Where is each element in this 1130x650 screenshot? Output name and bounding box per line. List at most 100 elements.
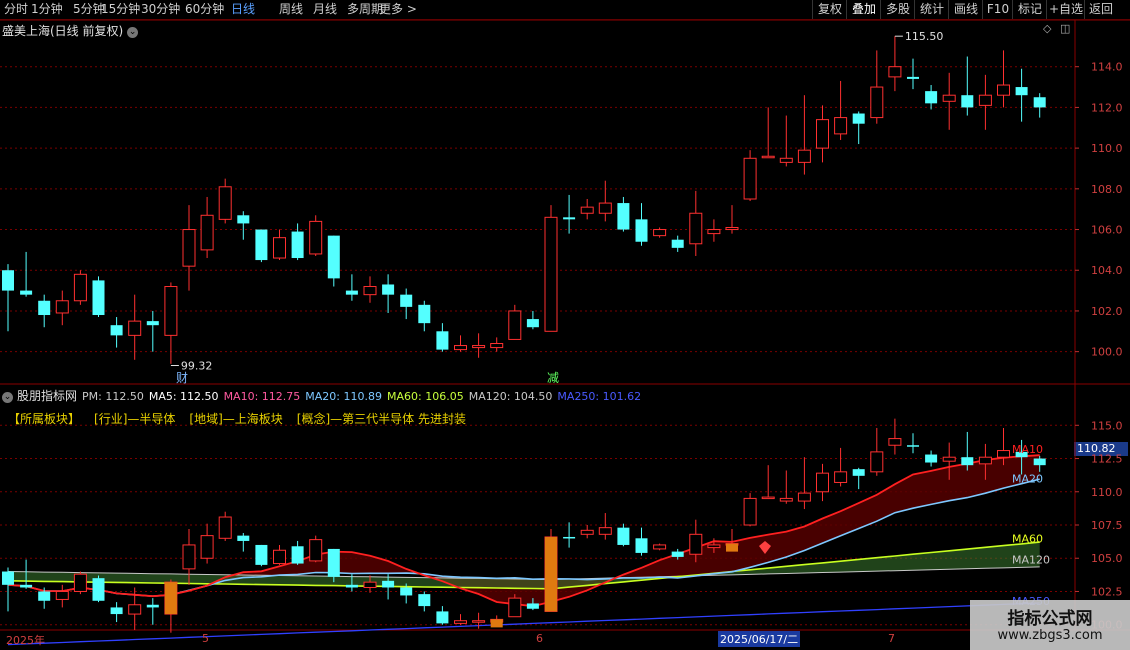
main-candle-down xyxy=(617,203,630,230)
ind-y-tick: 107.5 xyxy=(1091,519,1123,532)
main-candle-down xyxy=(671,239,684,248)
ind-candle-up xyxy=(870,451,884,473)
main-candle-down xyxy=(526,319,539,328)
ind-candle-up xyxy=(472,620,486,623)
main-candle-down xyxy=(635,219,648,242)
ind-y-tick: 105.0 xyxy=(1091,552,1123,565)
ind-candle-down xyxy=(563,536,576,539)
main-candle-down xyxy=(345,290,358,295)
main-y-tick: 100.0 xyxy=(1091,346,1123,359)
kline-chart[interactable]: 114.0 112.0 110.0 108.0 106.0 104.0 102.0 100.0… xyxy=(0,0,1130,650)
main-candle-down xyxy=(92,280,105,316)
ind-candle-up xyxy=(580,529,594,535)
main-candle-up xyxy=(454,345,467,351)
site-watermark: 指标公式网 www.zbgs3.com xyxy=(970,600,1130,650)
date-label-3: 7 xyxy=(888,632,895,645)
ind-candle-down xyxy=(961,457,974,466)
badge-jian: 减 xyxy=(547,371,559,385)
ind-candle-down xyxy=(436,611,449,624)
ind-candle-up xyxy=(707,544,721,549)
ind-candle-up xyxy=(73,573,87,592)
ind-candle-up xyxy=(218,516,232,539)
main-candle-up xyxy=(472,345,486,349)
main-y-tick: 114.0 xyxy=(1091,61,1123,74)
main-candle-down xyxy=(255,229,268,261)
ind-candle-up xyxy=(743,497,757,526)
main-candle-up xyxy=(128,320,142,336)
high-label: 115.50 xyxy=(905,30,944,43)
main-candle-down xyxy=(20,290,33,295)
ind-candle-down xyxy=(2,571,14,585)
ind-candle-down xyxy=(925,454,938,463)
ind-candle-down xyxy=(907,445,919,447)
main-candle-up xyxy=(508,310,522,340)
ind-y-tick: 115.0 xyxy=(1091,419,1123,432)
ind-candle-down xyxy=(852,469,865,476)
main-candle-down xyxy=(852,113,865,124)
ind-candle-up xyxy=(508,597,522,618)
main-candle-down xyxy=(400,294,413,307)
date-highlight: 2025/06/17/二 xyxy=(718,631,801,647)
main-candle-up xyxy=(725,226,739,231)
ind-candle-up xyxy=(363,581,377,588)
main-candle-up xyxy=(598,202,612,214)
main-candle-down xyxy=(291,231,304,259)
main-candle-up xyxy=(55,300,69,314)
ind-candle-up xyxy=(942,456,956,462)
main-y-tick: 112.0 xyxy=(1091,101,1123,114)
main-candle-up xyxy=(653,229,667,237)
date-label-0: 2025年 xyxy=(6,634,45,647)
ind-candle-up xyxy=(55,590,69,600)
main-candle-up xyxy=(182,229,196,267)
main-candle-up xyxy=(779,157,793,163)
main-candle-down xyxy=(1015,87,1028,96)
watermark-title: 指标公式网 xyxy=(1007,609,1093,629)
ind-candle-up xyxy=(689,533,703,555)
main-y-tick: 110.0 xyxy=(1091,142,1123,155)
main-candle-up xyxy=(689,212,703,245)
ind-candle-up xyxy=(834,471,848,483)
ind-candle-down xyxy=(635,538,648,553)
main-candle-up xyxy=(164,286,178,336)
ind-candle-up xyxy=(273,549,286,565)
main-candle-up xyxy=(580,206,594,214)
main-candle-up xyxy=(218,186,232,220)
ind-y-tick: 112.5 xyxy=(1091,453,1123,466)
signal-candle xyxy=(545,536,557,612)
main-candle-up xyxy=(273,237,286,259)
main-candle-down xyxy=(110,325,123,336)
ind-candle-down xyxy=(526,603,539,609)
ind-candle-up xyxy=(978,456,992,465)
ma-label-ma20: MA20 xyxy=(1012,472,1043,485)
ind-candle-down xyxy=(617,527,630,545)
ind-candle-up xyxy=(182,544,196,570)
main-y-tick: 104.0 xyxy=(1091,264,1123,277)
ind-candle-down xyxy=(255,544,268,565)
ind-y-tick: 110.0 xyxy=(1091,486,1123,499)
ind-candle-up xyxy=(454,620,467,624)
main-candle-up xyxy=(490,343,504,349)
main-candle-down xyxy=(961,95,974,108)
main-candle-up xyxy=(309,220,323,255)
ind-candle-down xyxy=(671,551,684,557)
ind-candle-down xyxy=(382,580,395,588)
ind-candle-down xyxy=(92,578,105,601)
ind-candle-up xyxy=(761,496,775,500)
ind-candle-down xyxy=(146,604,159,608)
main-candle-up xyxy=(743,157,757,200)
main-y-tick: 102.0 xyxy=(1091,305,1123,318)
badge-cai: 财 xyxy=(176,371,188,385)
main-candle-up xyxy=(870,86,884,119)
ind-candle-down xyxy=(291,546,304,564)
main-candle-up xyxy=(797,149,811,163)
main-candle-down xyxy=(925,91,938,104)
ind-candle-down xyxy=(237,535,250,541)
ind-candle-up xyxy=(888,438,902,446)
date-label-1: 5 xyxy=(202,632,209,645)
main-candle-up xyxy=(816,119,829,149)
ind-candle-down xyxy=(1033,458,1046,466)
main-candle-down xyxy=(2,270,14,291)
signal-candle xyxy=(164,582,177,615)
main-candle-up xyxy=(888,66,902,78)
ind-candle-down xyxy=(418,594,431,607)
